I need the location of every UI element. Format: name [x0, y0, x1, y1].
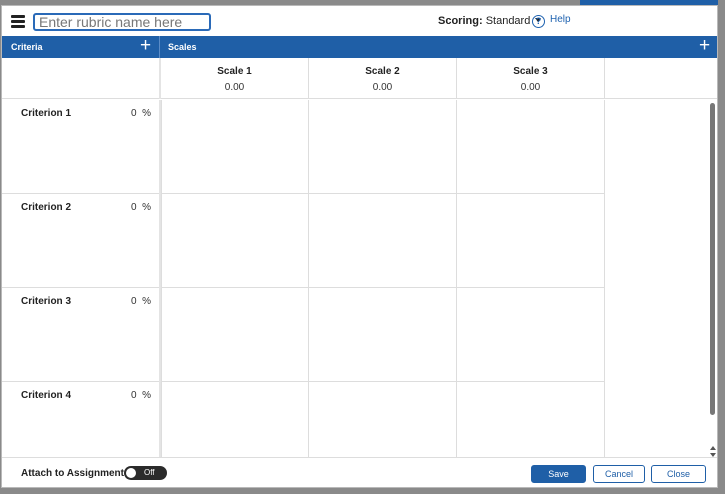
scoring-label: Scoring: — [438, 15, 483, 27]
rubric-cell[interactable] — [308, 100, 456, 194]
rubric-cell[interactable] — [456, 194, 604, 288]
grid-header-bar: Criteria + Scales + — [2, 36, 717, 58]
help-label: Help — [550, 14, 571, 25]
add-criterion-plus-icon[interactable]: + — [140, 36, 151, 56]
criterion-weight[interactable]: 0 % — [131, 108, 151, 119]
scale-header-row: Scale 1 0.00 Scale 2 0.00 Scale 3 0.00 — [2, 58, 717, 99]
criterion-name: Criterion 4 — [21, 390, 72, 401]
criterion-row[interactable]: Criterion 4 0 % — [2, 382, 159, 457]
criterion-row[interactable]: Criterion 3 0 % — [2, 288, 159, 382]
scoring-value: Standard — [485, 15, 531, 27]
criterion-name: Criterion 1 — [21, 108, 72, 119]
rubric-cell[interactable] — [161, 288, 308, 382]
scale-column-header[interactable]: Scale 2 0.00 — [308, 58, 456, 99]
scales-header: Scales — [168, 42, 197, 52]
empty-scale-header — [604, 58, 717, 99]
rubric-cell[interactable] — [161, 382, 308, 457]
close-button[interactable]: Close — [651, 465, 706, 483]
criterion-weight[interactable]: 0 % — [131, 296, 151, 307]
rubric-name-input[interactable] — [33, 13, 211, 31]
scale-column-header[interactable]: Scale 1 0.00 — [159, 58, 308, 99]
scale-points: 0.00 — [224, 82, 245, 93]
vertical-scrollbar[interactable] — [707, 100, 717, 463]
criterion-weight[interactable]: 0 % — [131, 390, 151, 401]
attach-to-assignment-label: Attach to Assignment — [21, 468, 124, 479]
scale-points: 0.00 — [520, 82, 541, 93]
add-scale-plus-icon[interactable]: + — [699, 36, 710, 56]
dialog-footer: Attach to Assignment Off Save Cancel Clo… — [2, 457, 717, 487]
hamburger-menu-icon[interactable] — [11, 15, 25, 28]
save-button[interactable]: Save — [531, 465, 586, 483]
scroll-up-arrow-icon[interactable] — [710, 446, 716, 450]
cancel-button[interactable]: Cancel — [593, 465, 645, 483]
rubric-cell[interactable] — [161, 194, 308, 288]
criteria-header: Criteria — [11, 42, 43, 52]
rubric-cell[interactable] — [456, 382, 604, 457]
scale-points: 0.00 — [372, 82, 393, 93]
scoring-dropdown[interactable]: Scoring: Standard — [438, 15, 542, 27]
rubric-editor-dialog: Scoring: Standard ? Help Criteria + Scale… — [1, 5, 718, 488]
attach-toggle[interactable]: Off — [124, 466, 167, 480]
scale-name: Scale 2 — [365, 66, 400, 77]
criterion-row[interactable]: Criterion 1 0 % — [2, 100, 159, 194]
rubric-cell[interactable] — [161, 100, 308, 194]
scale-column-header[interactable]: Scale 3 0.00 — [456, 58, 604, 99]
toggle-knob — [126, 468, 136, 478]
rubric-cell[interactable] — [308, 288, 456, 382]
scales-end-divider — [604, 100, 605, 457]
scale-name: Scale 3 — [513, 66, 548, 77]
top-toolbar: Scoring: Standard ? Help — [2, 6, 717, 36]
scale-name: Scale 1 — [217, 66, 252, 77]
criterion-name: Criterion 3 — [21, 296, 72, 307]
rubric-cell[interactable] — [308, 382, 456, 457]
rubric-cell[interactable] — [308, 194, 456, 288]
scrollbar-thumb[interactable] — [710, 103, 715, 415]
toggle-state-label: Off — [144, 468, 155, 477]
criterion-weight[interactable]: 0 % — [131, 202, 151, 213]
header-divider — [159, 36, 160, 58]
rubric-grid: Criterion 1 0 % Criterion 2 0 % Criterio… — [2, 100, 717, 457]
rubric-cell[interactable] — [456, 288, 604, 382]
rubric-cell[interactable] — [456, 100, 604, 194]
criterion-row[interactable]: Criterion 2 0 % — [2, 194, 159, 288]
criterion-name: Criterion 2 — [21, 202, 72, 213]
question-circle-icon: ? — [532, 15, 545, 28]
help-link[interactable]: ? Help — [532, 14, 571, 28]
